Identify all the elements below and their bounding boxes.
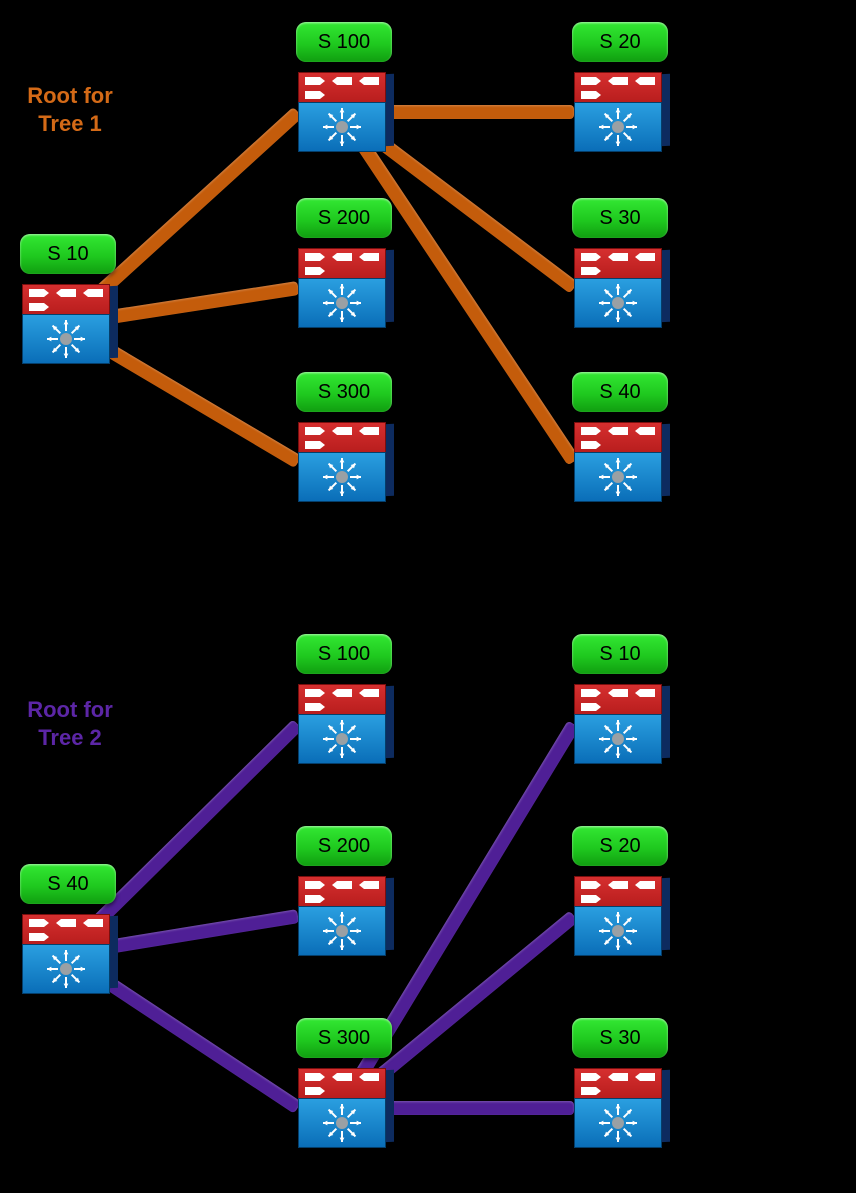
switch-icon-s40 [574,422,670,502]
switch-label-s30: S 30 [572,1018,668,1058]
switch-label-s30: S 30 [572,198,668,238]
switch-icon-s20 [574,72,670,152]
switch-label-s100: S 100 [296,634,392,674]
switch-label-s20: S 20 [572,826,668,866]
switch-label-s40: S 40 [572,372,668,412]
switch-icon-s30 [574,248,670,328]
switch-label-s300: S 300 [296,1018,392,1058]
root-label-tree2: Root forTree 2 [0,696,140,751]
switch-icon-s10 [22,284,118,364]
switch-label-s20: S 20 [572,22,668,62]
switch-icon-s10 [574,684,670,764]
switch-icon-s100 [298,684,394,764]
switch-label-s200: S 200 [296,826,392,866]
switch-icon-s300 [298,422,394,502]
switch-label-s300: S 300 [296,372,392,412]
switch-icon-s20 [574,876,670,956]
switch-label-s10: S 10 [20,234,116,274]
switch-label-s100: S 100 [296,22,392,62]
switch-icon-s200 [298,876,394,956]
switch-icon-s300 [298,1068,394,1148]
switch-icon-s40 [22,914,118,994]
switch-label-s40: S 40 [20,864,116,904]
switch-label-s10: S 10 [572,634,668,674]
root-label-tree1: Root forTree 1 [0,82,140,137]
switch-label-s200: S 200 [296,198,392,238]
switch-icon-s30 [574,1068,670,1148]
switch-icon-s100 [298,72,394,152]
switch-icon-s200 [298,248,394,328]
